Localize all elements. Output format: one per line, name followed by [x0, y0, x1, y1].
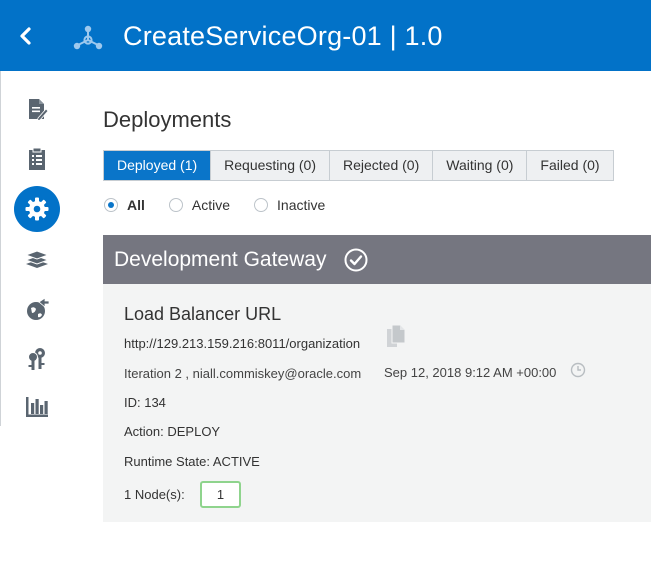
radio-all[interactable]: All [104, 197, 145, 213]
runtime-state: Runtime State: ACTIVE [124, 454, 260, 469]
tab-failed[interactable]: Failed (0) [527, 151, 612, 180]
sidebar-item-grants[interactable] [14, 336, 60, 382]
nodes-count-field[interactable]: 1 [200, 481, 241, 508]
sidebar-item-api-grants[interactable] [14, 136, 60, 182]
tab-deployed[interactable]: Deployed (1) [104, 151, 212, 180]
sidebar-item-api-implementation[interactable] [14, 86, 60, 132]
radio-label: Active [191, 197, 231, 213]
radio-active[interactable]: Active [168, 197, 231, 213]
sidebar-item-applications[interactable] [14, 236, 60, 282]
load-balancer-url: http://129.213.159.216:8011/organization [124, 336, 361, 351]
load-balancer-heading: Load Balancer URL [124, 304, 282, 324]
app-title: CreateServiceOrg-01 | 1.0 [123, 21, 443, 51]
radio-button[interactable] [254, 198, 269, 212]
deployment-action: Action: DEPLOY [124, 424, 221, 439]
nodes-label: 1 Node(s): [124, 487, 185, 502]
tab-requesting[interactable]: Requesting (0) [211, 151, 330, 180]
copy-icon[interactable] [386, 324, 406, 348]
app-header: CreateServiceOrg-01 | 1.0 [0, 0, 651, 71]
check-circle-icon [344, 248, 368, 272]
bar-chart-icon [26, 397, 48, 417]
clock-icon [570, 362, 586, 378]
page-title: Deployments [103, 107, 232, 132]
deployment-date: Sep 12, 2018 9:12 AM +00:00 [384, 365, 557, 380]
keys-icon [28, 348, 45, 370]
deployment-status-tabs: Deployed (1) Requesting (0) Rejected (0)… [103, 150, 614, 181]
back-button[interactable] [12, 22, 40, 50]
api-network-icon [73, 25, 103, 50]
gateway-header: Development Gateway [103, 235, 651, 284]
deployment-id: ID: 134 [124, 395, 166, 410]
sidebar-item-deployments[interactable] [14, 186, 60, 232]
radio-label: Inactive [277, 197, 326, 213]
sidebar-divider [0, 71, 1, 426]
deployment-card: Load Balancer URL http://129.213.159.216… [103, 284, 651, 522]
radio-button[interactable] [168, 198, 183, 212]
clipboard-list-icon [29, 147, 45, 170]
chevron-left-icon [20, 27, 31, 45]
tab-rejected[interactable]: Rejected (0) [330, 151, 434, 180]
gear-icon [25, 197, 49, 221]
tab-waiting[interactable]: Waiting (0) [433, 151, 528, 180]
sidebar-item-analytics[interactable] [14, 384, 60, 430]
gateway-name: Development Gateway [114, 248, 327, 271]
status-filter-radio-group: All Active Inactive [104, 197, 349, 213]
document-edit-icon [29, 99, 49, 121]
globe-arrow-icon [27, 297, 50, 320]
sidebar-item-publication[interactable] [14, 286, 60, 332]
radio-button[interactable] [104, 198, 118, 212]
radio-inactive[interactable]: Inactive [254, 197, 325, 213]
iteration-info: Iteration 2 , niall.commiskey@oracle.com [124, 366, 362, 381]
radio-label: All [127, 197, 145, 213]
layers-icon [24, 250, 50, 268]
